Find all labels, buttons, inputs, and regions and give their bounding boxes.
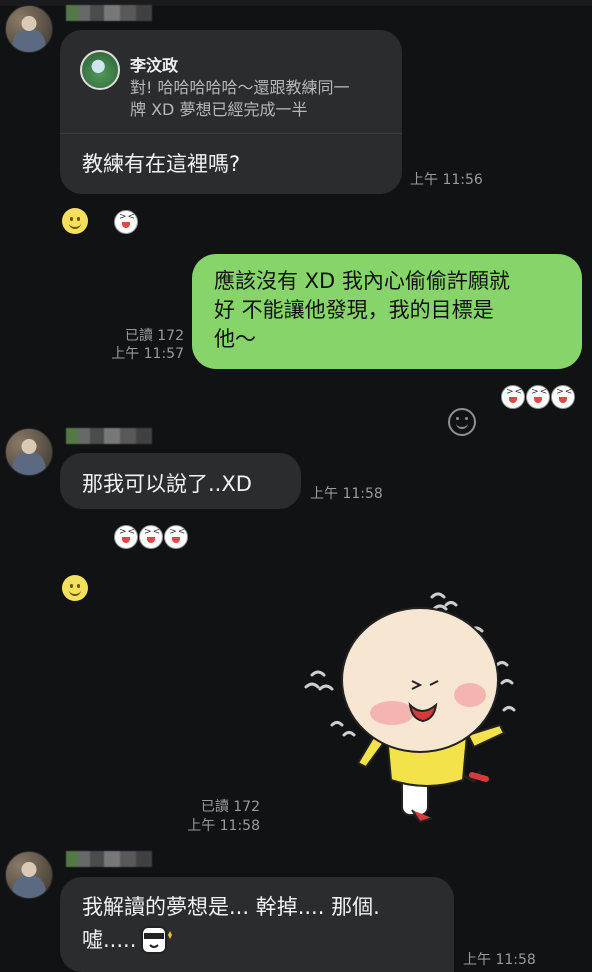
message-time: 上午 11:56 xyxy=(410,172,483,188)
outgoing-line-2: 好 不能讓他發現，我的目標是 xyxy=(214,298,494,322)
message-bubble-reply[interactable]: 李汶政 對! 哈哈哈哈哈～還跟教練同一 牌 XD 夢想已經完成一半 教練有在這裡… xyxy=(60,30,402,194)
outgoing-message-text: 應該沒有 XD 我內心偷偷許願就 好 不能讓他發現，我的目標是 他～ xyxy=(214,267,510,354)
message-bubble[interactable]: 我解讀的夢想是... 幹掉.... 那個. 噓..... xyxy=(60,877,454,972)
laughing-face-icon xyxy=(164,525,189,549)
message-text: 我解讀的夢想是... 幹掉.... 那個. 噓..... xyxy=(82,891,380,957)
reaction-group[interactable] xyxy=(114,210,138,238)
read-receipt: 已讀 172 xyxy=(200,799,260,815)
reply-quoted-line-2: 牌 XD 夢想已經完成一半 xyxy=(130,100,308,119)
message-line-1: 我解讀的夢想是... 幹掉.... 那個. xyxy=(82,895,380,919)
message-line-2-row: 噓..... xyxy=(82,923,380,957)
bald-baby-sticker[interactable] xyxy=(292,585,524,830)
sticker-drawing xyxy=(304,592,516,824)
outgoing-message-bubble[interactable]: 應該沒有 XD 我內心偷偷許願就 好 不能讓他發現，我的目標是 他～ xyxy=(192,254,582,369)
reply-divider xyxy=(60,133,402,134)
reply-author-name: 李汶政 xyxy=(130,56,179,75)
outgoing-line-1: 應該沒有 XD 我內心偷偷許願就 xyxy=(214,269,510,293)
laughing-face-icon xyxy=(526,385,551,409)
shy-emoticon-icon xyxy=(138,923,176,957)
laughing-face-icon xyxy=(114,525,138,549)
laughing-face-icon xyxy=(501,385,525,409)
laughing-face-icon xyxy=(139,525,164,549)
message-time: 上午 11:58 xyxy=(310,486,383,502)
reply-author-avatar xyxy=(80,50,120,90)
laughing-face-icon xyxy=(114,210,138,234)
message-bubble[interactable]: 那我可以說了..XD xyxy=(60,453,301,509)
outgoing-line-3: 他～ xyxy=(214,327,256,351)
read-receipt: 已讀 172 xyxy=(124,328,184,344)
message-time: 上午 11:57 xyxy=(111,346,184,362)
message-line-2: 噓..... xyxy=(82,928,137,952)
reaction-group[interactable] xyxy=(501,385,576,413)
add-reaction-smile-icon[interactable] xyxy=(448,408,476,436)
message-time: 上午 11:58 xyxy=(463,952,536,968)
message-time: 上午 11:58 xyxy=(187,818,260,834)
message-text: 那我可以說了..XD xyxy=(82,472,252,496)
sender-name-blurred xyxy=(66,851,152,867)
reply-quoted-text: 對! 哈哈哈哈哈～還跟教練同一 牌 XD 夢想已經完成一半 xyxy=(130,77,350,121)
add-reaction-smile-icon[interactable] xyxy=(62,575,88,601)
sender-name-blurred xyxy=(66,428,152,444)
sender-avatar[interactable] xyxy=(5,851,53,899)
add-reaction-smile-icon[interactable] xyxy=(62,208,88,234)
message-text: 教練有在這裡嗎? xyxy=(82,152,241,176)
sender-name-blurred xyxy=(66,5,152,21)
sender-avatar[interactable] xyxy=(5,428,53,476)
reaction-group[interactable] xyxy=(114,525,189,553)
reply-quoted-line-1: 對! 哈哈哈哈哈～還跟教練同一 xyxy=(130,78,350,97)
laughing-face-icon xyxy=(551,385,576,409)
sender-avatar[interactable] xyxy=(5,5,53,53)
